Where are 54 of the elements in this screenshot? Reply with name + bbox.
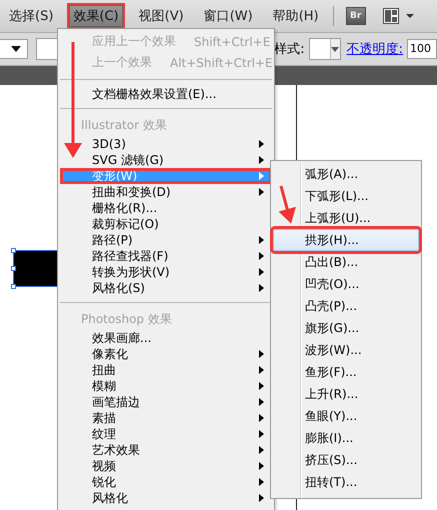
menu-item[interactable]: 鱼形(F)... bbox=[273, 361, 419, 383]
menu-item[interactable]: 效果画廊... bbox=[60, 330, 272, 346]
menu-item[interactable]: 弧形(A)... bbox=[273, 163, 419, 185]
menu-item[interactable]: 挤压(S)... bbox=[273, 449, 419, 471]
menu-item[interactable]: 锐化 bbox=[60, 474, 272, 490]
menu-item[interactable]: 上弧形(U)... bbox=[273, 207, 419, 229]
menu-item[interactable]: 扭曲和变换(D) bbox=[60, 184, 272, 200]
dropdown[interactable] bbox=[0, 39, 28, 59]
opacity-field[interactable]: 100 bbox=[407, 39, 437, 59]
bridge-button[interactable]: Br bbox=[346, 7, 366, 25]
menu-item[interactable]: 画笔描边 bbox=[60, 394, 272, 410]
annotation-arrow bbox=[278, 186, 296, 224]
opacity-link[interactable]: 不透明度: bbox=[346, 40, 403, 58]
workspace-layout-button[interactable] bbox=[382, 7, 416, 25]
menu-item[interactable]: 栅格化(R)... bbox=[60, 200, 272, 216]
menu-item[interactable]: 视频 bbox=[60, 458, 272, 474]
style-label: 样式: bbox=[274, 41, 305, 58]
menu-item[interactable]: 鱼眼(Y)... bbox=[273, 405, 419, 427]
menu-item[interactable]: 模糊 bbox=[60, 378, 272, 394]
menu-item[interactable]: 凹壳(O)... bbox=[273, 273, 419, 295]
section-header: Illustrator 效果 bbox=[80, 117, 168, 134]
menu-item[interactable]: SVG 滤镜(G) bbox=[60, 152, 272, 168]
caret-icon bbox=[11, 46, 21, 52]
selected-rectangle[interactable] bbox=[14, 251, 58, 286]
menu-item[interactable]: 窗口(W) bbox=[198, 3, 259, 29]
menu-item[interactable]: 膨胀(I)... bbox=[273, 427, 419, 449]
menu-item[interactable]: 波形(W)... bbox=[273, 339, 419, 361]
menu-item[interactable]: 文档栅格效果设置(E)... bbox=[60, 86, 272, 102]
menu-item[interactable]: 上升(R)... bbox=[273, 383, 419, 405]
menu-item[interactable]: 路径查找器(F) bbox=[60, 248, 272, 264]
caret-icon bbox=[331, 46, 340, 52]
menu-item[interactable]: 扭转(T)... bbox=[273, 471, 419, 493]
menu-item[interactable]: 效果(C) bbox=[67, 3, 125, 29]
menu-item[interactable]: 艺术效果 bbox=[60, 442, 272, 458]
menu-item[interactable]: 下弧形(L)... bbox=[273, 185, 419, 207]
menu-item[interactable]: 选择(S) bbox=[3, 3, 60, 29]
menu-item[interactable]: 帮助(H) bbox=[266, 3, 325, 29]
menu-item[interactable]: 拱形(H)... bbox=[273, 229, 419, 251]
menu-item[interactable]: 凸壳(P)... bbox=[273, 295, 419, 317]
menu-item[interactable]: 纹理 bbox=[60, 426, 272, 442]
menu-item[interactable]: 视图(V) bbox=[132, 3, 190, 29]
menu-item[interactable]: 转换为形状(V) bbox=[60, 264, 272, 280]
style-dropdown[interactable] bbox=[308, 38, 341, 60]
menu-item[interactable]: 3D(3) bbox=[60, 136, 272, 152]
section-header: Photoshop 效果 bbox=[80, 311, 173, 328]
menu-item[interactable]: 素描 bbox=[60, 410, 272, 426]
menu-item[interactable]: 路径(P) bbox=[60, 232, 272, 248]
menu-item[interactable]: 旗形(G)... bbox=[273, 317, 419, 339]
menu-item[interactable]: 裁剪标记(O) bbox=[60, 216, 272, 232]
menu-item[interactable]: 扭曲 bbox=[60, 362, 272, 378]
menu-item[interactable]: 像素化 bbox=[60, 346, 272, 362]
menu-item[interactable]: 凸出(B)... bbox=[273, 251, 419, 273]
menu-item[interactable]: 风格化(S) bbox=[60, 280, 272, 296]
menu-item[interactable]: 风格化 bbox=[60, 490, 272, 506]
